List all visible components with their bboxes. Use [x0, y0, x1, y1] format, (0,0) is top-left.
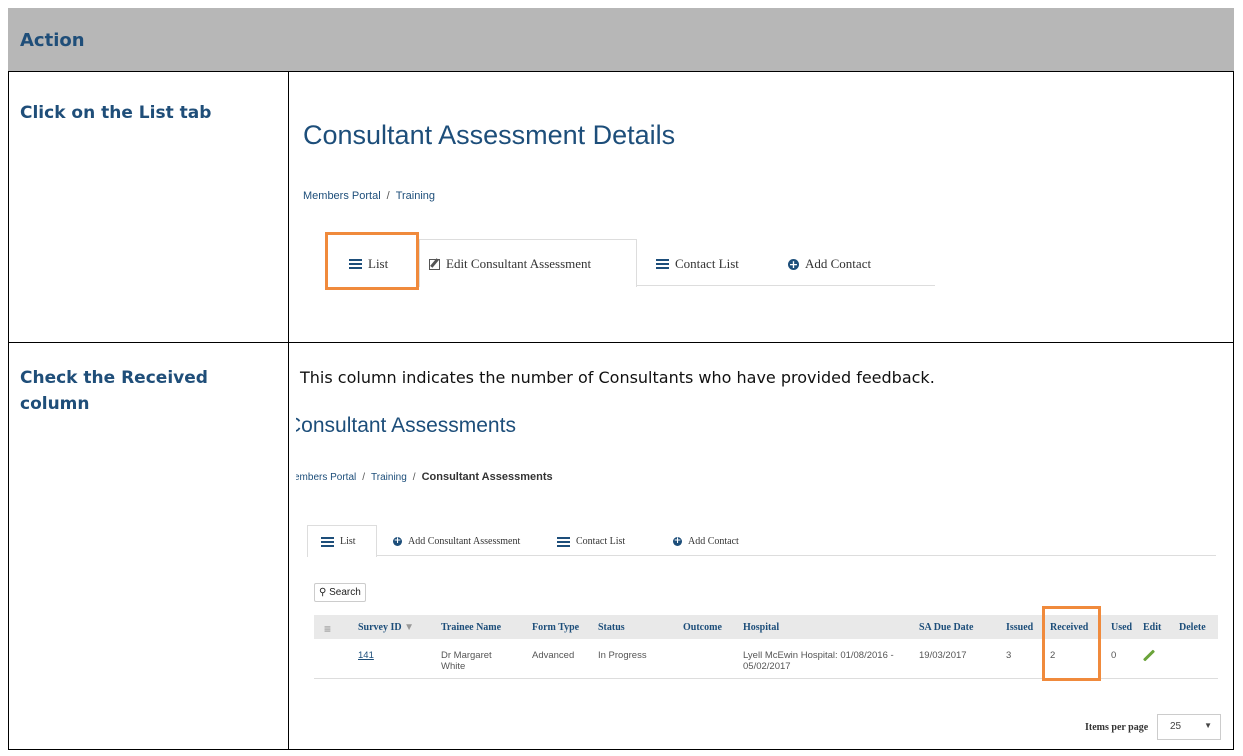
column-header-issued[interactable]: Issued: [1006, 622, 1033, 633]
chevron-down-icon: ▼: [1204, 721, 1212, 730]
search-icon: ⚲: [319, 587, 327, 598]
table-border-right: [1233, 71, 1234, 750]
table-header-row: [8, 8, 1234, 71]
table-column-divider: [288, 71, 289, 750]
cell-trainee-name: Dr Margaret White: [441, 650, 492, 672]
highlight-box-received-column: [1042, 606, 1101, 681]
breadcrumb-current: Consultant Assessments: [421, 471, 553, 483]
plus-circle-icon: +: [788, 257, 799, 271]
breadcrumb: Members Portal / Training: [303, 190, 436, 202]
cell-form-type: Advanced: [532, 650, 575, 661]
list-icon: [656, 259, 669, 269]
tab-add-assessment-label: Add Consultant Assessment: [408, 536, 521, 547]
tab-contact-list[interactable]: Contact List: [557, 536, 625, 547]
tab-list[interactable]: List: [321, 536, 356, 547]
column-header-edit[interactable]: Edit: [1143, 622, 1161, 633]
items-per-page-value: 25: [1170, 721, 1182, 732]
table-border-left: [8, 71, 9, 750]
column-header-survey-id[interactable]: Survey ID ▼: [358, 622, 414, 633]
cell-sa-due-date: 19/03/2017: [919, 650, 967, 661]
tab-contact-list[interactable]: Contact List: [656, 256, 739, 272]
breadcrumb: embers Portal / Training / Consultant Assess…: [296, 471, 553, 483]
cell-status: In Progress: [598, 650, 647, 661]
table-divider: [8, 342, 1234, 343]
step-description: This column indicates the number of Cons…: [300, 368, 935, 387]
cell-issued: 3: [1006, 650, 1012, 661]
highlight-box-list-tab: [325, 232, 419, 290]
column-header-outcome[interactable]: Outcome: [683, 622, 722, 633]
tab-contact-list-label: Contact List: [576, 536, 626, 547]
plus-circle-icon: +: [393, 536, 402, 546]
list-icon: [557, 536, 570, 547]
action-step-2: Check the Received column: [20, 368, 208, 414]
cell-used: 0: [1111, 650, 1117, 661]
column-header-sa-due-date[interactable]: SA Due Date: [919, 622, 973, 633]
column-header-action: Action: [20, 30, 85, 51]
screenshot-consultant-assessments: Consultant Assessments embers Portal / Tra…: [296, 410, 1226, 740]
column-header-used[interactable]: Used: [1111, 622, 1132, 633]
page-title: Consultant Assessment Details: [303, 120, 676, 150]
table-divider: [8, 71, 1234, 72]
plus-circle-icon: +: [673, 536, 682, 546]
list-icon: [321, 536, 334, 547]
tab-add-contact-label: Add Contact: [805, 256, 872, 271]
search-button-label: Search: [329, 587, 361, 598]
tab-add-consultant-assessment[interactable]: + Add Consultant Assessment: [393, 536, 520, 547]
search-button[interactable]: ⚲ Search: [314, 583, 366, 602]
items-per-page-label: Items per page: [1085, 722, 1149, 733]
cell-survey-id[interactable]: 141: [358, 650, 374, 661]
pencil-icon[interactable]: [1142, 649, 1156, 662]
tab-add-contact[interactable]: + Add Contact: [673, 536, 739, 547]
action-step-1: Click on the List tab: [20, 103, 212, 123]
tab-add-contact-label: Add Contact: [688, 536, 739, 547]
menu-icon[interactable]: ≡: [324, 622, 331, 636]
column-header-form-type[interactable]: Form Type: [532, 622, 579, 633]
column-header-delete[interactable]: Delete: [1179, 622, 1206, 633]
tab-edit-label: Edit Consultant Assessment: [446, 256, 592, 271]
page-title: Consultant Assessments: [296, 414, 516, 437]
breadcrumb-members-portal[interactable]: Members Portal: [303, 190, 381, 202]
column-header-hospital[interactable]: Hospital: [743, 622, 779, 633]
tab-add-contact[interactable]: + Add Contact: [788, 256, 871, 272]
items-per-page-select[interactable]: 25 ▼: [1157, 714, 1221, 740]
breadcrumb-members-portal[interactable]: embers Portal: [296, 472, 356, 483]
sort-desc-icon: ▼: [404, 622, 415, 633]
column-header-trainee-name[interactable]: Trainee Name: [441, 622, 501, 633]
cell-hospital: Lyell McEwin Hospital: 01/08/2016 -05/02…: [743, 650, 894, 672]
table-divider: [8, 749, 1234, 750]
column-header-status[interactable]: Status: [598, 622, 625, 633]
edit-icon: [429, 258, 440, 270]
breadcrumb-training[interactable]: Training: [396, 190, 435, 202]
tab-list-label: List: [340, 536, 356, 547]
tab-contact-list-label: Contact List: [675, 256, 739, 271]
breadcrumb-training[interactable]: Training: [371, 472, 407, 483]
tab-bar-line: [376, 555, 1216, 556]
tab-edit-consultant-assessment[interactable]: Edit Consultant Assessment: [429, 256, 591, 272]
